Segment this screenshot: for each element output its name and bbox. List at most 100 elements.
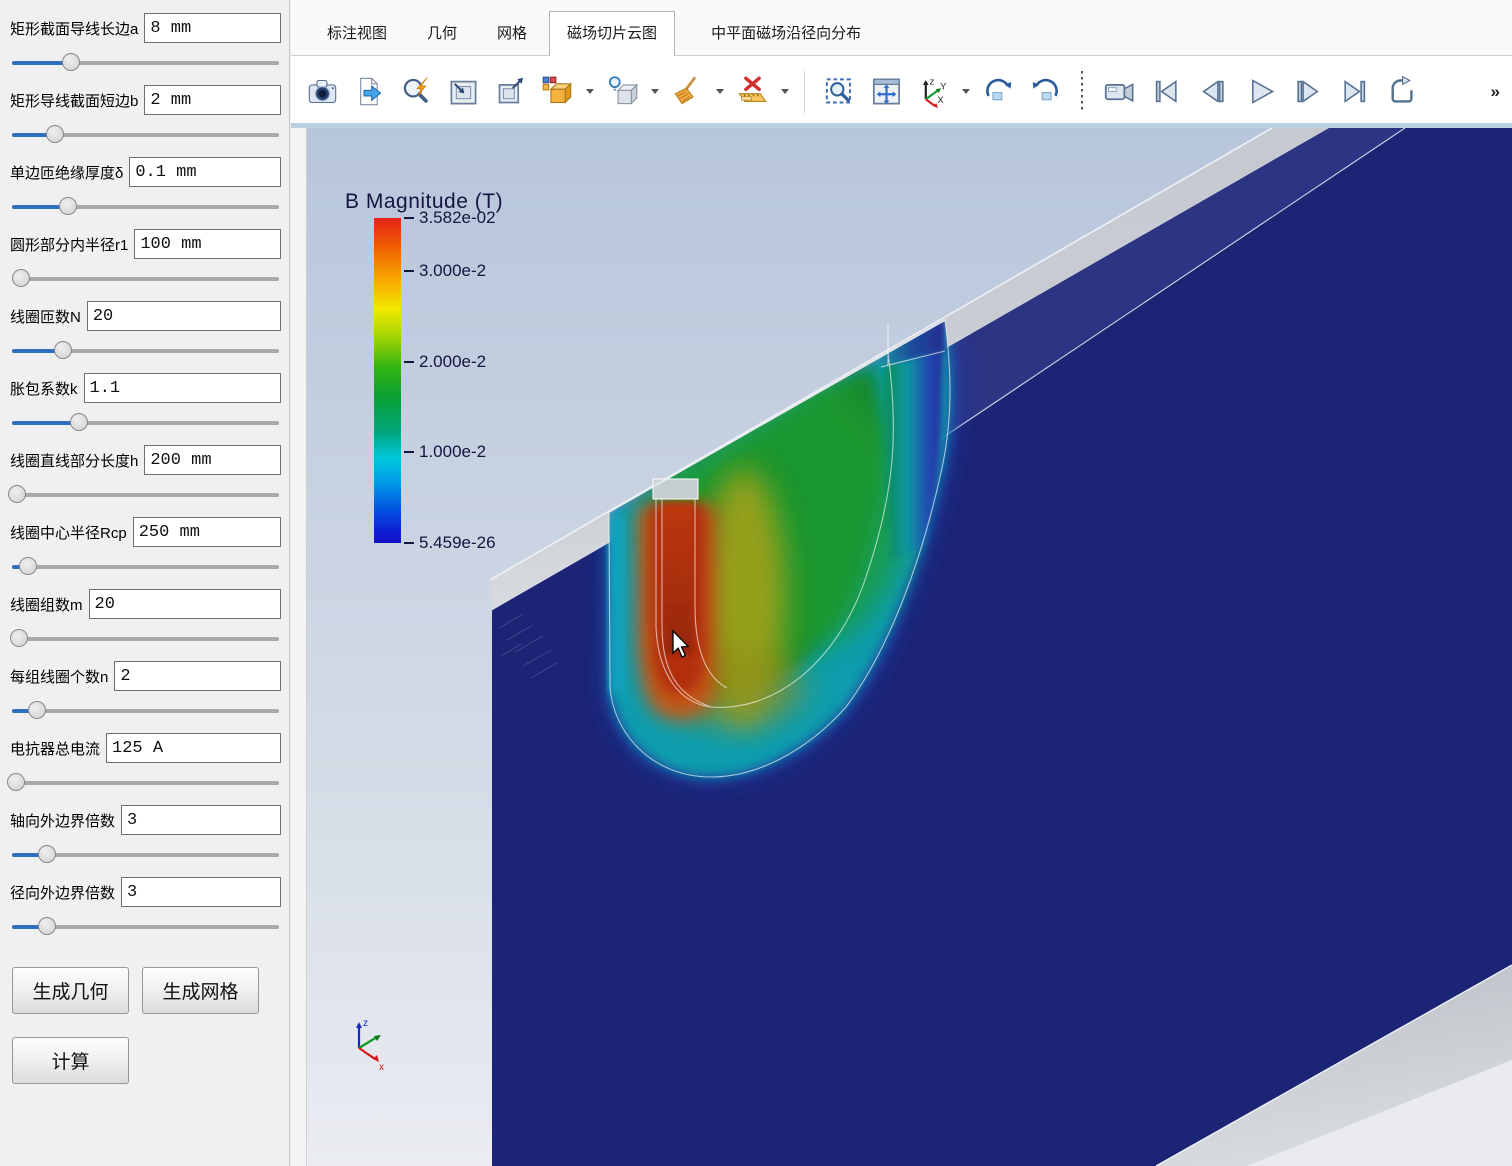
parameter-row: 电抗器总电流 [10,732,281,793]
skip-last-icon[interactable] [1335,73,1373,111]
parameter-input[interactable] [129,157,281,187]
dropdown-caret-icon[interactable] [716,89,724,94]
slider-thumb[interactable] [7,773,25,791]
render-viewport[interactable]: z x B Magnitude (T) 3.582e-023.000e-22.0… [307,128,1512,1166]
export-image-icon[interactable] [350,73,388,111]
skip-first-icon[interactable] [1147,73,1185,111]
parameter-input[interactable] [144,13,281,43]
generate-geometry-button[interactable]: 生成几何 [12,967,129,1014]
parameter-input[interactable] [121,805,281,835]
slider-thumb[interactable] [62,53,80,71]
rotate-ccw-icon[interactable] [1026,73,1064,111]
slider-thumb[interactable] [38,917,56,935]
display-mode-cube-icon[interactable] [538,73,576,111]
orientation-triad-icon[interactable]: zYX [914,73,952,111]
slider-thumb[interactable] [46,125,64,143]
dropdown-caret-icon[interactable] [586,89,594,94]
rotate-cw-icon[interactable] [979,73,1017,111]
parameter-slider[interactable] [12,845,279,865]
parameter-row: 矩形截面导线长边a [10,12,281,73]
record-video-icon[interactable] [1100,73,1138,111]
parameter-slider[interactable] [12,701,279,721]
generate-mesh-button[interactable]: 生成网格 [142,967,259,1014]
parameter-input[interactable] [134,229,281,259]
zoom-region-icon[interactable] [820,73,858,111]
parameter-slider[interactable] [12,197,279,217]
parameter-label: 轴向外边界倍数 [10,810,115,831]
dropdown-caret-icon[interactable] [962,89,970,94]
dropdown-caret-icon[interactable] [651,89,659,94]
parameter-label: 线圈直线部分长度h [10,450,138,471]
slider-thumb[interactable] [19,557,37,575]
svg-text:z: z [929,76,934,86]
slider-thumb[interactable] [12,269,30,287]
parameter-slider[interactable] [12,485,279,505]
play-icon[interactable] [1241,73,1279,111]
slider-thumb[interactable] [10,629,28,647]
parameter-row: 线圈匝数N [10,300,281,361]
tab-4[interactable]: 中平面磁场沿径向分布 [707,13,865,55]
parameter-slider[interactable] [12,341,279,361]
parameter-row: 线圈中心半径Rcp [10,516,281,577]
parameter-slider[interactable] [12,629,279,649]
parameter-input[interactable] [133,517,281,547]
dropdown-caret-icon[interactable] [781,89,789,94]
tab-2[interactable]: 网格 [493,13,531,55]
parameter-slider[interactable] [12,125,279,145]
parameter-input[interactable] [144,85,281,115]
parameter-input[interactable] [121,877,281,907]
parameter-input[interactable] [144,445,281,475]
slider-thumb[interactable] [28,701,46,719]
measure-off-icon[interactable] [733,73,771,111]
parameter-label: 径向外边界倍数 [10,882,115,903]
visibility-cube-icon[interactable] [603,73,641,111]
slider-thumb[interactable] [38,845,56,863]
tab-3[interactable]: 磁场切片云图 [549,11,675,56]
parameter-row: 圆形部分内半径r1 [10,228,281,289]
parameter-slider[interactable] [12,917,279,937]
zoom-flash-icon[interactable] [397,73,435,111]
field-slice-scene[interactable]: z x [307,128,1512,1166]
parameter-slider[interactable] [12,773,279,793]
replay-icon[interactable] [1382,73,1420,111]
tab-bar: 标注视图几何网格磁场切片云图中平面磁场沿径向分布 [291,0,1512,56]
expand-window-icon[interactable] [491,73,529,111]
parameter-slider[interactable] [12,557,279,577]
panel-splitter[interactable] [291,128,307,1166]
parameter-input[interactable] [114,661,281,691]
slider-thumb[interactable] [8,485,26,503]
svg-text:X: X [937,95,944,105]
parameter-input[interactable] [84,373,281,403]
clean-broom-icon[interactable] [668,73,706,111]
parameter-row: 胀包系数k [10,372,281,433]
slider-thumb[interactable] [54,341,72,359]
parameter-label: 矩形截面导线长边a [10,18,138,39]
slider-thumb[interactable] [70,413,88,431]
toolbar-overflow-button[interactable]: » [1491,82,1500,102]
parameter-slider[interactable] [12,413,279,433]
viewport-toolbar: zYX » [291,56,1512,127]
pan-icon[interactable] [867,73,905,111]
parameter-input[interactable] [87,301,281,331]
fit-window-icon[interactable] [444,73,482,111]
parameter-label: 每组线圈个数n [10,666,108,687]
step-back-icon[interactable] [1194,73,1232,111]
camera-icon[interactable] [303,73,341,111]
slider-thumb[interactable] [59,197,77,215]
step-forward-icon[interactable] [1288,73,1326,111]
coil-slot-top-cap [653,479,698,499]
parameter-slider[interactable] [12,269,279,289]
parameter-label: 电抗器总电流 [10,738,100,759]
parameter-slider[interactable] [12,53,279,73]
parameter-label: 胀包系数k [10,378,78,399]
parameter-input[interactable] [89,589,282,619]
parameter-label: 线圈中心半径Rcp [10,522,127,543]
application-window: 矩形截面导线长边a矩形导线截面短边b单边匝绝缘厚度δ圆形部分内半径r1线圈匝数N… [0,0,1512,1166]
tab-1[interactable]: 几何 [423,13,461,55]
parameter-input[interactable] [106,733,281,763]
parameter-label: 线圈匝数N [10,306,81,327]
compute-button[interactable]: 计算 [12,1037,129,1084]
parameter-label: 矩形导线截面短边b [10,90,138,111]
tab-0[interactable]: 标注视图 [323,13,391,55]
parameter-sidebar: 矩形截面导线长边a矩形导线截面短边b单边匝绝缘厚度δ圆形部分内半径r1线圈匝数N… [0,0,290,1166]
